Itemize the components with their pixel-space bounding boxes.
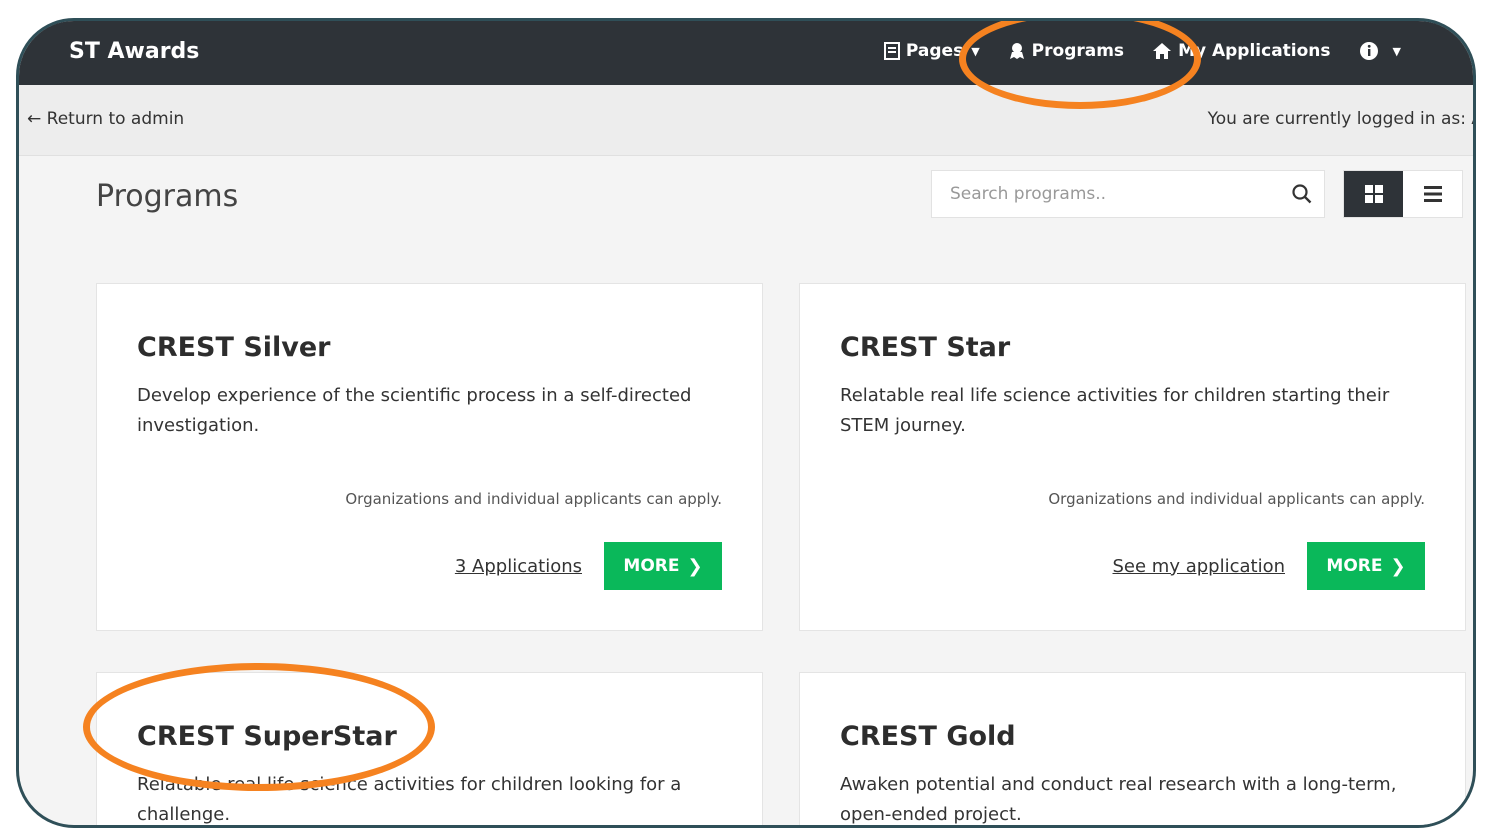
programs-icon: [1009, 43, 1024, 59]
more-button[interactable]: MORE ❯: [604, 542, 722, 590]
card-actions: See my application MORE ❯: [1113, 542, 1425, 590]
nav-item-pages[interactable]: Pages ▼: [883, 41, 980, 61]
card-title: CREST Star: [840, 332, 1011, 363]
info-icon: [1359, 42, 1378, 60]
page-icon: [883, 42, 900, 60]
search-icon[interactable]: [1280, 184, 1324, 204]
chevron-right-icon: ❯: [687, 555, 703, 577]
logged-in-status: You are currently logged in as: A: [1207, 109, 1476, 129]
applications-link[interactable]: 3 Applications: [455, 556, 582, 577]
nav-label: My Applications: [1178, 41, 1331, 61]
nav-item-programs[interactable]: Programs: [1008, 41, 1124, 61]
chevron-down-icon: ▼: [1392, 44, 1401, 58]
card-title: CREST Gold: [840, 721, 1016, 752]
program-card-star: CREST Star Relatable real life science a…: [799, 283, 1466, 631]
nav-item-info[interactable]: ▼: [1359, 41, 1401, 61]
card-title: CREST SuperStar: [137, 721, 397, 752]
program-card-gold: CREST Gold Awaken potential and conduct …: [799, 672, 1466, 825]
more-button-label: MORE: [1326, 556, 1383, 576]
see-my-application-link[interactable]: See my application: [1113, 556, 1286, 577]
card-eligibility-note: Organizations and individual applicants …: [1048, 490, 1425, 508]
list-icon: [1423, 186, 1442, 202]
card-eligibility-note: Organizations and individual applicants …: [345, 490, 722, 508]
top-navbar: ST Awards Pages ▼ Programs My Applicatio…: [19, 21, 1473, 85]
more-button-label: MORE: [623, 556, 680, 576]
card-description: Awaken potential and conduct real resear…: [840, 774, 1397, 825]
program-card-silver: CREST Silver Develop experience of the s…: [96, 283, 763, 631]
nav-label: Pages: [905, 41, 964, 61]
program-card-superstar: CREST SuperStar Relatable real life scie…: [96, 672, 763, 825]
nav-label: Programs: [1031, 41, 1125, 61]
screenshot-frame: ST Awards Pages ▼ Programs My Applicatio…: [16, 18, 1476, 828]
home-icon: [1153, 43, 1172, 59]
card-description: Develop experience of the scientific pro…: [137, 385, 692, 436]
nav-menu: Pages ▼ Programs My Applications ▼: [856, 41, 1401, 61]
more-button[interactable]: MORE ❯: [1307, 542, 1425, 590]
admin-subbar: ← Return to admin You are currently logg…: [19, 85, 1473, 156]
card-description: Relatable real life science activities f…: [137, 774, 682, 825]
chevron-down-icon: ▼: [971, 44, 980, 58]
search-box: [931, 170, 1325, 218]
card-actions: 3 Applications MORE ❯: [455, 542, 722, 590]
card-description: Relatable real life science activities f…: [840, 385, 1390, 436]
view-toggle: [1343, 170, 1463, 218]
page-title: Programs: [96, 179, 239, 214]
chevron-right-icon: ❯: [1390, 555, 1406, 577]
brand-title: ST Awards: [69, 39, 200, 64]
grid-icon: [1364, 185, 1383, 203]
card-title: CREST Silver: [137, 332, 331, 363]
nav-item-my-applications[interactable]: My Applications: [1152, 41, 1331, 61]
grid-view-button[interactable]: [1344, 171, 1403, 217]
return-to-admin-link[interactable]: ← Return to admin: [27, 109, 184, 129]
list-view-button[interactable]: [1403, 171, 1462, 217]
search-input[interactable]: [932, 171, 1280, 217]
